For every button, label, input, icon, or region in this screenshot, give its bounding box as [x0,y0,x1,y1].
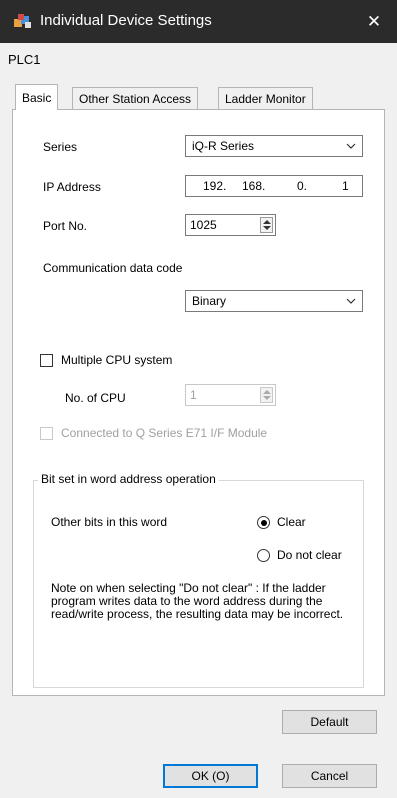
q-series-label: Connected to Q Series E71 I/F Module [61,426,268,440]
port-value: 1025 [190,218,217,232]
port-label: Port No. [43,219,88,233]
spin-up-icon[interactable] [263,390,271,394]
app-cubes-icon [14,14,31,28]
radio-clear[interactable] [257,516,270,529]
num-cpu-value: 1 [190,388,197,402]
comm-code-label: Communication data code [43,261,183,275]
spin-down-icon[interactable] [263,226,271,230]
series-dropdown[interactable]: iQ-R Series [185,135,363,157]
title-bar: Individual Device Settings ✕ [0,0,397,43]
q-series-checkbox[interactable] [40,427,53,440]
ip-address-field[interactable]: 192. 168. 0. 1 [185,175,363,197]
radio-selected-dot [260,519,267,526]
tab-other-station-access[interactable]: Other Station Access [72,87,199,109]
chevron-down-icon [346,298,356,304]
num-cpu-spin-buttons[interactable] [260,387,273,403]
spin-up-icon[interactable] [263,220,271,224]
window-title: Individual Device Settings [40,12,212,29]
num-cpu-stepper[interactable]: 1 [185,384,276,406]
radio-clear-label[interactable]: Clear [277,515,306,529]
radio-do-not-clear[interactable] [257,549,270,562]
other-bits-label: Other bits in this word [51,515,168,529]
port-spin-buttons[interactable] [260,217,273,233]
default-button[interactable]: Default [282,710,377,734]
port-stepper[interactable]: 1025 [185,214,276,236]
ip-octet-4[interactable]: 1 [342,179,349,193]
bitset-note: Note on when selecting "Do not clear" : … [51,581,344,621]
chevron-down-icon [346,143,356,149]
tab-ladder-monitor[interactable]: Ladder Monitor [218,87,313,109]
multiple-cpu-checkbox[interactable] [40,354,53,367]
series-label: Series [43,140,78,154]
series-value: iQ-R Series [192,139,255,153]
ip-octet-1[interactable]: 192. [203,179,226,193]
bitset-group-title: Bit set in word address operation [38,472,219,486]
spin-down-icon[interactable] [263,396,271,400]
basic-tab-panel: Series iQ-R Series IP Address 192. 168. … [12,109,385,696]
comm-code-value: Binary [192,294,227,308]
ip-octet-3[interactable]: 0. [297,179,307,193]
comm-code-dropdown[interactable]: Binary [185,290,363,312]
num-cpu-label: No. of CPU [65,391,126,405]
ok-button[interactable]: OK (O) [163,764,258,788]
radio-do-not-clear-label[interactable]: Do not clear [277,548,342,562]
ip-octet-2[interactable]: 168. [242,179,265,193]
device-name-label: PLC1 [8,52,41,67]
multiple-cpu-label: Multiple CPU system [61,353,173,367]
tab-basic[interactable]: Basic [15,84,59,110]
close-icon: ✕ [366,11,382,31]
ip-address-label: IP Address [43,180,101,194]
close-button[interactable]: ✕ [351,0,397,43]
cancel-button[interactable]: Cancel [282,764,377,788]
